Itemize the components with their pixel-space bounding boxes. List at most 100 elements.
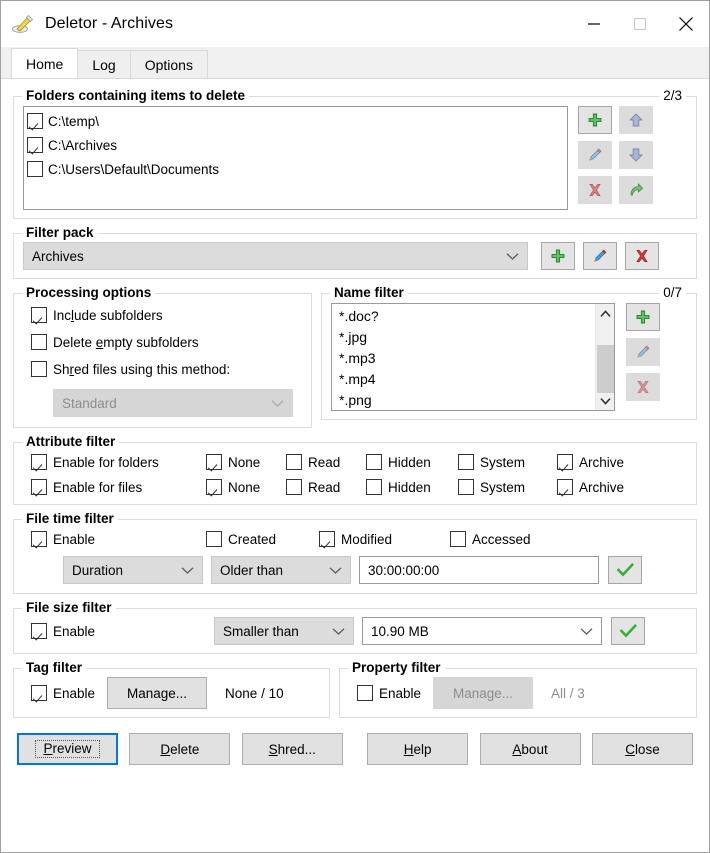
name-filter-scrollbar[interactable] bbox=[595, 304, 614, 410]
checkbox-box bbox=[31, 479, 47, 495]
scroll-down-icon[interactable] bbox=[596, 391, 615, 410]
edit-name-filter-button[interactable] bbox=[626, 338, 660, 366]
time-created-label: Created bbox=[228, 532, 276, 547]
list-item[interactable]: *.png bbox=[332, 390, 614, 411]
property-filter-group: Property filter Enable Manage... All / 3 bbox=[339, 668, 697, 718]
tag-filter-legend: Tag filter bbox=[22, 660, 86, 675]
files-attr-archive-checkbox[interactable]: Archive bbox=[557, 479, 624, 495]
help-button[interactable]: Help bbox=[367, 733, 468, 765]
tab-options[interactable]: Options bbox=[130, 50, 208, 78]
shred-label: Shred... bbox=[269, 742, 316, 757]
time-value-input[interactable]: 30:00:00:00 bbox=[359, 556, 599, 584]
add-filter-pack-button[interactable] bbox=[541, 242, 575, 270]
folder-checkbox[interactable] bbox=[27, 161, 43, 177]
folders-attr-none-checkbox[interactable]: None bbox=[206, 454, 286, 470]
scroll-up-icon[interactable] bbox=[596, 304, 615, 323]
delete-empty-subfolders-checkbox[interactable]: Delete empty subfolders bbox=[31, 334, 199, 350]
list-item[interactable]: C:\temp\ bbox=[24, 109, 567, 133]
attr-label: None bbox=[228, 455, 260, 470]
scrollbar-track[interactable] bbox=[596, 323, 615, 391]
list-item[interactable]: C:\Users\Default\Documents bbox=[24, 157, 567, 181]
tab-options-label: Options bbox=[145, 57, 193, 73]
close-button[interactable] bbox=[663, 1, 709, 47]
folders-attr-read-checkbox[interactable]: Read bbox=[286, 454, 366, 470]
time-enable-label: Enable bbox=[53, 532, 95, 547]
home-tab-page: Folders containing items to delete 2/3 C… bbox=[1, 79, 709, 852]
files-attr-system-checkbox[interactable]: System bbox=[458, 479, 557, 495]
help-label: Help bbox=[404, 742, 432, 757]
remove-filter-pack-button[interactable] bbox=[625, 242, 659, 270]
add-folder-button[interactable] bbox=[578, 106, 612, 134]
shred-method-value: Standard bbox=[62, 396, 117, 411]
checkbox-box bbox=[206, 479, 222, 495]
checkbox-box bbox=[206, 531, 222, 547]
size-value-combo[interactable]: 10.90 MB bbox=[362, 617, 602, 645]
time-mode-combo[interactable]: Duration bbox=[63, 556, 203, 584]
manage-tags-button[interactable]: Manage... bbox=[107, 677, 207, 709]
maximize-button[interactable] bbox=[617, 1, 663, 47]
manage-properties-button[interactable]: Manage... bbox=[433, 677, 533, 709]
folders-attr-archive-checkbox[interactable]: Archive bbox=[557, 454, 624, 470]
time-filter-enable-checkbox[interactable]: Enable bbox=[31, 531, 206, 547]
about-button[interactable]: About bbox=[480, 733, 581, 765]
tag-filter-enable-checkbox[interactable]: Enable bbox=[31, 685, 95, 701]
checkbox-box bbox=[366, 479, 382, 495]
apply-time-filter-button[interactable] bbox=[608, 556, 642, 584]
shred-files-checkbox[interactable]: Shred files using this method: bbox=[31, 361, 230, 377]
action-bar: Preview Delete Shred... Help About Close bbox=[13, 733, 697, 765]
time-modified-checkbox[interactable]: Modified bbox=[319, 531, 450, 547]
filter-pack-combo[interactable]: Archives bbox=[23, 242, 528, 270]
scrollbar-thumb[interactable] bbox=[597, 345, 614, 393]
folders-count: 2/3 bbox=[659, 88, 686, 103]
tab-home[interactable]: Home bbox=[11, 48, 78, 78]
list-item[interactable]: C:\Archives bbox=[24, 133, 567, 157]
tab-home-label: Home bbox=[26, 56, 63, 72]
enable-for-files-checkbox[interactable]: Enable for files bbox=[31, 479, 206, 495]
folders-listbox[interactable]: C:\temp\ C:\Archives C:\Users\Default\Do… bbox=[23, 106, 568, 210]
apply-size-filter-button[interactable] bbox=[611, 617, 645, 645]
size-comparison-combo[interactable]: Smaller than bbox=[214, 617, 354, 645]
close-app-button[interactable]: Close bbox=[592, 733, 693, 765]
time-accessed-checkbox[interactable]: Accessed bbox=[450, 531, 531, 547]
move-folder-up-button[interactable] bbox=[619, 106, 653, 134]
tab-log[interactable]: Log bbox=[77, 50, 130, 78]
folders-attr-hidden-checkbox[interactable]: Hidden bbox=[366, 454, 458, 470]
list-item[interactable]: *.mp3 bbox=[332, 348, 614, 369]
files-attr-none-checkbox[interactable]: None bbox=[206, 479, 286, 495]
files-attr-hidden-checkbox[interactable]: Hidden bbox=[366, 479, 458, 495]
edit-folder-button[interactable] bbox=[578, 141, 612, 169]
checkbox-box bbox=[31, 361, 47, 377]
folder-path: C:\Archives bbox=[48, 138, 117, 153]
shred-method-combo[interactable]: Standard bbox=[53, 389, 293, 417]
folders-attr-system-checkbox[interactable]: System bbox=[458, 454, 557, 470]
checkbox-box bbox=[450, 531, 466, 547]
preview-button[interactable]: Preview bbox=[17, 733, 118, 765]
files-attr-read-checkbox[interactable]: Read bbox=[286, 479, 366, 495]
minimize-button[interactable] bbox=[571, 1, 617, 47]
remove-folder-button[interactable] bbox=[578, 176, 612, 204]
checkbox-box bbox=[319, 531, 335, 547]
shred-button[interactable]: Shred... bbox=[242, 733, 343, 765]
time-created-checkbox[interactable]: Created bbox=[206, 531, 319, 547]
move-folder-down-button[interactable] bbox=[619, 141, 653, 169]
enable-for-folders-checkbox[interactable]: Enable for folders bbox=[31, 454, 206, 470]
time-modified-label: Modified bbox=[341, 532, 392, 547]
tab-strip: Home Log Options bbox=[1, 47, 709, 79]
time-comparison-combo[interactable]: Older than bbox=[211, 556, 351, 584]
chevron-down-icon[interactable] bbox=[580, 627, 593, 636]
property-filter-enable-checkbox[interactable]: Enable bbox=[357, 685, 421, 701]
folder-checkbox[interactable] bbox=[27, 113, 43, 129]
include-subfolders-checkbox[interactable]: Include subfolders bbox=[31, 307, 163, 323]
remove-name-filter-button[interactable] bbox=[626, 373, 660, 401]
add-name-filter-button[interactable] bbox=[626, 303, 660, 331]
list-item[interactable]: *.doc? bbox=[332, 306, 614, 327]
folder-checkbox[interactable] bbox=[27, 137, 43, 153]
edit-filter-pack-button[interactable] bbox=[583, 242, 617, 270]
name-filter-listbox[interactable]: *.doc? *.jpg *.mp3 *.mp4 *.png *.lnk bbox=[331, 303, 615, 411]
property-enable-label: Enable bbox=[379, 686, 421, 701]
browse-folder-button[interactable] bbox=[619, 176, 653, 204]
list-item[interactable]: *.mp4 bbox=[332, 369, 614, 390]
list-item[interactable]: *.jpg bbox=[332, 327, 614, 348]
size-filter-enable-checkbox[interactable]: Enable bbox=[31, 623, 214, 639]
delete-button[interactable]: Delete bbox=[129, 733, 230, 765]
